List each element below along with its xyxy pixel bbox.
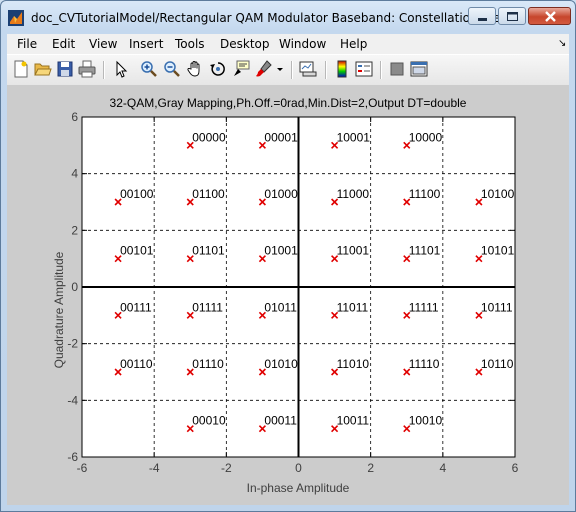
toolbar-separator [291,61,293,79]
maximize-icon [507,12,518,21]
y-tick-label: -4 [67,393,78,407]
y-tick-label: 2 [71,223,78,237]
symbol-label: 01011 [264,300,297,314]
symbol-label: 00000 [192,130,226,144]
x-tick-label: 0 [295,461,302,475]
figure-toolbar [7,54,569,86]
open-file-icon[interactable] [34,60,52,78]
constellation-plot[interactable]: -6 -4 -2 0 2 4 6 -6 -4 -2 0 2 4 6 00000 00001 10001 10000… [7,85,569,505]
legend-icon[interactable] [355,60,373,78]
y-tick-label: 6 [71,110,78,124]
zoom-out-icon[interactable] [163,60,181,78]
symbol-label: 11111 [409,300,439,314]
save-icon[interactable] [56,60,74,78]
menu-edit[interactable]: Edit [52,37,75,51]
x-axis-label: In-phase Amplitude [246,481,350,495]
toolbar-separator [325,61,327,79]
zoom-in-icon[interactable] [140,60,158,78]
symbol-label: 00001 [264,130,298,144]
symbol-label: 01100 [192,187,225,201]
matlab-app-icon [8,10,24,26]
y-axis-label: Quadrature Amplitude [52,251,66,369]
brush-dropdown-icon[interactable] [275,60,285,78]
menu-desktop[interactable]: Desktop [220,37,270,51]
symbol-label: 01111 [192,300,223,314]
symbol-label: 00101 [120,244,154,258]
colorbar-icon[interactable] [333,60,351,78]
symbol-label: 10100 [481,187,515,201]
brush-icon[interactable] [255,60,273,78]
symbol-label: 01110 [192,357,224,371]
rotate-3d-icon[interactable] [209,60,227,78]
data-cursor-icon[interactable] [232,60,250,78]
x-tick-label: 6 [512,461,519,475]
symbol-label: 00100 [120,187,154,201]
title-bar[interactable]: doc_CVTutorialModel/Rectangular QAM Modu… [1,1,575,35]
maximize-button[interactable] [498,7,526,25]
symbol-label: 10001 [337,130,371,144]
symbol-label: 10101 [481,244,515,258]
symbol-label: 11101 [409,244,441,258]
menu-bar: File Edit View Insert Tools Desktop Wind… [7,34,569,54]
y-tick-label: -2 [67,337,78,351]
symbol-label: 11010 [337,357,370,371]
y-tick-label: 0 [71,280,78,294]
y-tick-label: 4 [71,167,78,181]
symbol-label: 10010 [409,414,443,428]
symbol-label: 00011 [264,414,297,428]
symbol-label: 11001 [337,244,370,258]
symbol-label: 10111 [481,300,513,314]
symbol-label: 10110 [481,357,514,371]
x-tick-label: 4 [439,461,446,475]
symbol-label: 01001 [264,244,298,258]
symbol-label: 00110 [120,357,153,371]
symbol-label: 01010 [264,357,298,371]
menu-file[interactable]: File [17,37,37,51]
minimize-icon [478,18,487,21]
close-icon [545,11,556,22]
menu-dock-arrow-icon[interactable]: ↘ [558,38,566,49]
symbol-label: 10000 [409,130,443,144]
close-button[interactable] [528,7,571,25]
new-figure-icon[interactable] [12,60,30,78]
symbol-label: 11011 [337,300,369,314]
figure-window: doc_CVTutorialModel/Rectangular QAM Modu… [0,0,576,512]
menu-tools[interactable]: Tools [175,37,205,51]
symbol-label: 00010 [192,414,226,428]
x-tick-label: -2 [221,461,232,475]
toolbar-separator [380,61,382,79]
window-title: doc_CVTutorialModel/Rectangular QAM Modu… [31,11,510,25]
show-plot-tools-icon[interactable] [410,60,428,78]
menu-view[interactable]: View [89,37,117,51]
menu-window[interactable]: Window [279,37,326,51]
symbol-label: 10011 [337,414,370,428]
hide-plot-tools-icon[interactable] [388,60,406,78]
y-tick-label: -6 [67,450,78,464]
menu-help[interactable]: Help [340,37,367,51]
print-icon[interactable] [78,60,96,78]
symbol-label: 01000 [264,187,298,201]
symbol-label: 00111 [120,300,152,314]
pan-hand-icon[interactable] [186,60,204,78]
x-tick-label: 2 [367,461,374,475]
pointer-icon[interactable] [112,60,130,78]
symbol-label: 11000 [337,187,370,201]
symbol-label: 11110 [409,357,440,371]
symbol-label: 11100 [409,187,441,201]
symbol-label: 01101 [192,244,225,258]
minimize-button[interactable] [468,7,496,25]
x-tick-label: -6 [77,461,88,475]
link-plot-icon[interactable] [299,60,317,78]
toolbar-separator [103,61,105,79]
figure-area: 32-QAM,Gray Mapping,Ph.Off.=0rad,Min.Dis… [7,85,569,505]
x-tick-label: -4 [149,461,160,475]
menu-insert[interactable]: Insert [129,37,163,51]
